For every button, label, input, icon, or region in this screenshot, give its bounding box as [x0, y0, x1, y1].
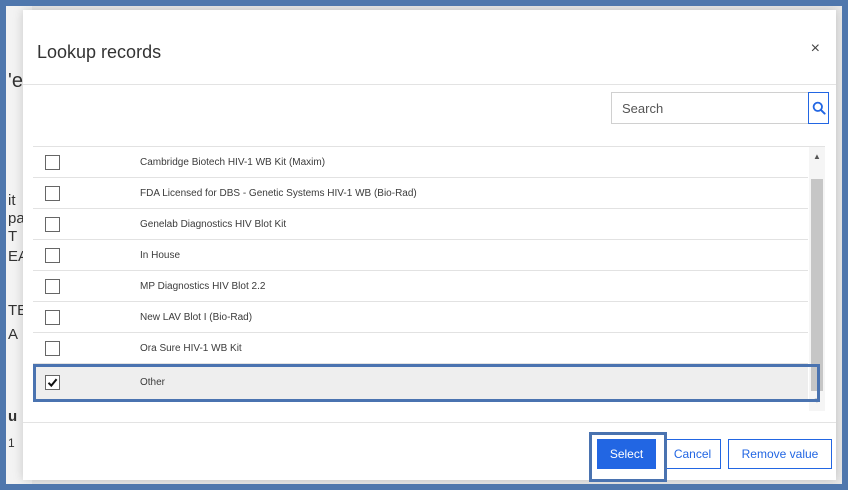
record-checkbox-checked[interactable]	[45, 375, 60, 390]
search-button[interactable]	[808, 92, 829, 124]
record-checkbox[interactable]	[45, 154, 60, 170]
record-label: FDA Licensed for DBS - Genetic Systems H…	[140, 187, 417, 199]
screenshot-frame: 'e it pa T EA TE A u 1 Lookup records × …	[6, 6, 842, 484]
record-checkbox[interactable]	[45, 278, 60, 294]
record-label: MP Diagnostics HIV Blot 2.2	[140, 280, 266, 292]
checkmark-icon	[47, 378, 58, 388]
background-text: T	[8, 228, 18, 245]
search-input[interactable]	[611, 92, 808, 124]
remove-value-button[interactable]: Remove value	[728, 439, 832, 469]
record-label: Cambridge Biotech HIV-1 WB Kit (Maxim)	[140, 156, 326, 168]
search-box	[611, 92, 829, 124]
record-checkbox[interactable]	[45, 247, 60, 263]
record-row-selected[interactable]: Other	[33, 364, 808, 402]
footer-divider	[23, 422, 836, 423]
select-button[interactable]: Select	[597, 439, 656, 469]
record-row[interactable]: Cambridge Biotech HIV-1 WB Kit (Maxim)	[33, 147, 808, 178]
record-checkbox[interactable]	[45, 185, 60, 201]
record-label: Genelab Diagnostics HIV Blot Kit	[140, 218, 287, 230]
record-row[interactable]: Genelab Diagnostics HIV Blot Kit	[33, 209, 808, 240]
record-row[interactable]: MP Diagnostics HIV Blot 2.2	[33, 271, 808, 302]
scroll-down-arrow-icon[interactable]: ▼	[809, 391, 825, 411]
lookup-records-dialog: Lookup records × Cambridge Biotech HIV-1…	[23, 10, 836, 480]
background-text: 'e	[8, 70, 23, 92]
record-row[interactable]: FDA Licensed for DBS - Genetic Systems H…	[33, 178, 808, 209]
record-checkbox[interactable]	[45, 309, 60, 325]
record-label: In House	[140, 249, 181, 261]
record-row[interactable]: New LAV Blot I (Bio-Rad)	[33, 302, 808, 333]
background-text: A	[8, 326, 19, 343]
list-scrollbar[interactable]: ▲ ▼	[809, 147, 825, 411]
record-checkbox[interactable]	[45, 340, 60, 356]
background-text: 1	[8, 436, 15, 450]
dialog-title: Lookup records	[37, 42, 162, 62]
record-row[interactable]: Ora Sure HIV-1 WB Kit	[33, 333, 808, 364]
record-label: Other	[140, 377, 166, 388]
background-text: it	[8, 192, 16, 209]
scroll-up-arrow-icon[interactable]: ▲	[809, 147, 825, 167]
record-label: New LAV Blot I (Bio-Rad)	[140, 311, 253, 323]
scrollbar-thumb[interactable]	[811, 179, 823, 391]
background-text: u	[8, 408, 18, 425]
cancel-button[interactable]: Cancel	[664, 439, 721, 469]
record-label: Ora Sure HIV-1 WB Kit	[140, 342, 242, 354]
search-icon	[812, 101, 826, 115]
record-checkbox[interactable]	[45, 216, 60, 232]
header-divider	[23, 84, 836, 85]
records-list: Cambridge Biotech HIV-1 WB Kit (Maxim) F…	[33, 146, 825, 411]
record-row[interactable]: In House	[33, 240, 808, 271]
close-icon[interactable]: ×	[811, 40, 820, 58]
